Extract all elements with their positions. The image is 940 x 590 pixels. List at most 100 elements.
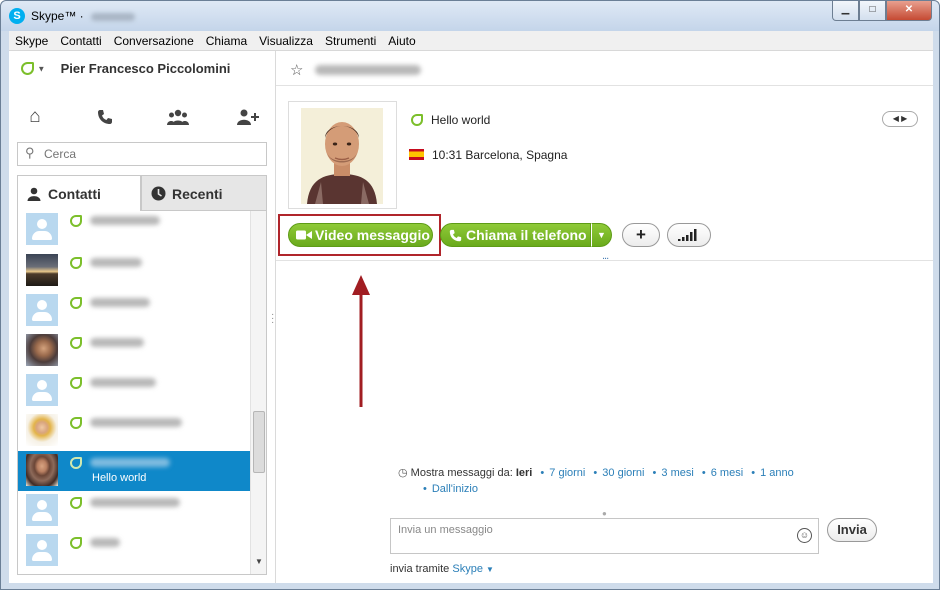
call-quality-button[interactable] — [667, 223, 711, 247]
scrollbar-thumb[interactable] — [253, 411, 265, 473]
history-7-giorni[interactable]: 7 giorni — [549, 467, 585, 479]
scroll-down-arrow-icon[interactable]: ▼ — [255, 557, 263, 566]
maximize-button[interactable]: □ — [859, 1, 886, 21]
chevron-down-icon[interactable]: ▼ — [37, 64, 45, 73]
contact-tabs: Contatti Recenti — [17, 175, 267, 211]
contact-mood-line: Hello world — [411, 112, 490, 127]
nav-toolbar: ⌂ — [9, 103, 275, 131]
person-icon — [27, 176, 41, 214]
send-via-selector[interactable]: Skype — [452, 563, 483, 575]
default-avatar — [26, 213, 58, 245]
spain-flag-icon — [409, 149, 424, 161]
blurred-username — [91, 12, 136, 21]
separator-dot: • — [751, 467, 756, 479]
divider — [276, 260, 933, 261]
skype-status-online-icon — [70, 417, 82, 429]
call-phone-button[interactable]: Chiama il telefono — [440, 223, 591, 247]
skype-status-online-icon — [411, 113, 423, 126]
send-button[interactable]: Invia — [827, 518, 877, 542]
search-icon: ⚲ — [25, 145, 35, 160]
skype-status-online-icon — [70, 497, 82, 509]
video-camera-icon — [296, 224, 312, 248]
message-placeholder: Invia un messaggio — [398, 524, 493, 536]
separator-dot: • — [423, 483, 427, 495]
history-label: Mostra messaggi da: — [410, 467, 513, 479]
call-phone-label: Chiama il telefono — [466, 227, 587, 243]
contact-row[interactable] — [18, 251, 250, 291]
favorite-star-icon[interactable]: ☆ — [290, 62, 303, 79]
blurred-contact-name — [314, 65, 421, 75]
video-message-button[interactable]: Video messaggio — [288, 223, 433, 247]
signal-bars-icon — [678, 229, 697, 241]
blurred-contact-name — [90, 418, 182, 427]
group-icon[interactable] — [163, 103, 193, 131]
skype-status-online-icon — [70, 537, 82, 549]
search-input[interactable] — [44, 147, 254, 161]
profile-pager-arrows-icon[interactable]: ◀ ▶ — [882, 111, 918, 127]
avatar — [26, 334, 58, 366]
contact-list-scrollbar[interactable]: ▼ — [250, 211, 266, 574]
skype-window: S Skype™ · ▁ □ ✕ Skype Contatti Conversazi… — [0, 0, 940, 590]
resize-grip-icon[interactable]: ● — [602, 509, 607, 518]
history-dall-inizio[interactable]: Dall'inizio — [432, 483, 478, 495]
contact-row[interactable] — [18, 371, 250, 411]
message-input[interactable]: Invia un messaggio ☺ — [390, 518, 819, 554]
close-button[interactable]: ✕ — [886, 1, 932, 21]
send-via: invia tramite Skype ▼ — [390, 563, 494, 575]
blurred-contact-name — [90, 538, 120, 547]
message-history-filter: ◷ Mostra messaggi da: Ieri • 7 giorni • 30… — [398, 465, 818, 497]
search-box[interactable]: ⚲ — [17, 142, 267, 166]
separator-dot: • — [701, 467, 706, 479]
client-area: ▼ Pier Francesco Piccolomini ⌂ ⚲ Cerca C… — [9, 51, 933, 583]
contact-row[interactable] — [18, 491, 250, 531]
skype-status-online-icon — [70, 297, 82, 309]
blurred-contact-name — [90, 216, 160, 225]
contact-mood: Hello world — [92, 472, 147, 484]
minimize-button[interactable]: ▁ — [832, 1, 859, 21]
menu-visualizza[interactable]: Visualizza — [253, 31, 319, 50]
separator-dot: • — [540, 467, 545, 479]
skype-status-online-icon[interactable] — [21, 62, 34, 76]
menu-aiuto[interactable]: Aiuto — [382, 31, 421, 50]
history-1-anno[interactable]: 1 anno — [760, 467, 794, 479]
chevron-down-icon[interactable]: ▼ — [486, 565, 494, 574]
contact-row[interactable] — [18, 531, 250, 571]
skype-status-online-icon — [70, 257, 82, 269]
contact-row-selected[interactable]: Hello world — [18, 451, 250, 491]
skype-status-online-icon — [70, 377, 82, 389]
contact-picture — [301, 108, 383, 204]
send-via-label: invia tramite — [390, 563, 450, 575]
video-message-label: Video messaggio — [315, 227, 430, 243]
contact-mood-text: Hello world — [431, 112, 491, 127]
contact-list: Hello world ▼ — [17, 211, 267, 575]
menu-chiama[interactable]: Chiama — [200, 31, 253, 50]
tab-recenti[interactable]: Recenti — [141, 175, 267, 211]
emoticon-icon[interactable]: ☺ — [797, 528, 812, 543]
tab-recenti-label: Recenti — [172, 186, 223, 202]
tab-contatti[interactable]: Contatti — [17, 175, 141, 211]
profile-name[interactable]: Pier Francesco Piccolomini — [61, 61, 231, 76]
call-dropdown-button[interactable]: ▼ — [591, 223, 612, 247]
history-6-mesi[interactable]: 6 mesi — [711, 467, 743, 479]
history-30-giorni[interactable]: 30 giorni — [602, 467, 644, 479]
add-contact-icon[interactable] — [233, 103, 263, 131]
contact-row[interactable] — [18, 411, 250, 451]
contact-row[interactable] — [18, 291, 250, 331]
contact-row[interactable] — [18, 211, 250, 251]
menu-skype[interactable]: Skype — [9, 31, 54, 50]
profile-header[interactable]: ▼ Pier Francesco Piccolomini — [21, 61, 230, 81]
home-icon[interactable]: ⌂ — [20, 103, 50, 131]
menu-contatti[interactable]: Contatti — [54, 31, 107, 50]
menu-strumenti[interactable]: Strumenti — [319, 31, 382, 50]
blurred-contact-name — [90, 378, 156, 387]
add-participant-button[interactable]: + — [622, 223, 660, 247]
sidebar: ▼ Pier Francesco Piccolomini ⌂ ⚲ Cerca C… — [9, 51, 275, 583]
blurred-contact-name — [90, 458, 170, 467]
contact-row[interactable] — [18, 331, 250, 371]
menu-conversazione[interactable]: Conversazione — [108, 31, 200, 50]
history-3-mesi[interactable]: 3 mesi — [661, 467, 693, 479]
plus-icon: + — [636, 225, 646, 244]
skype-status-online-icon — [70, 337, 82, 349]
phone-icon[interactable] — [90, 103, 120, 131]
blurred-contact-name — [90, 498, 180, 507]
